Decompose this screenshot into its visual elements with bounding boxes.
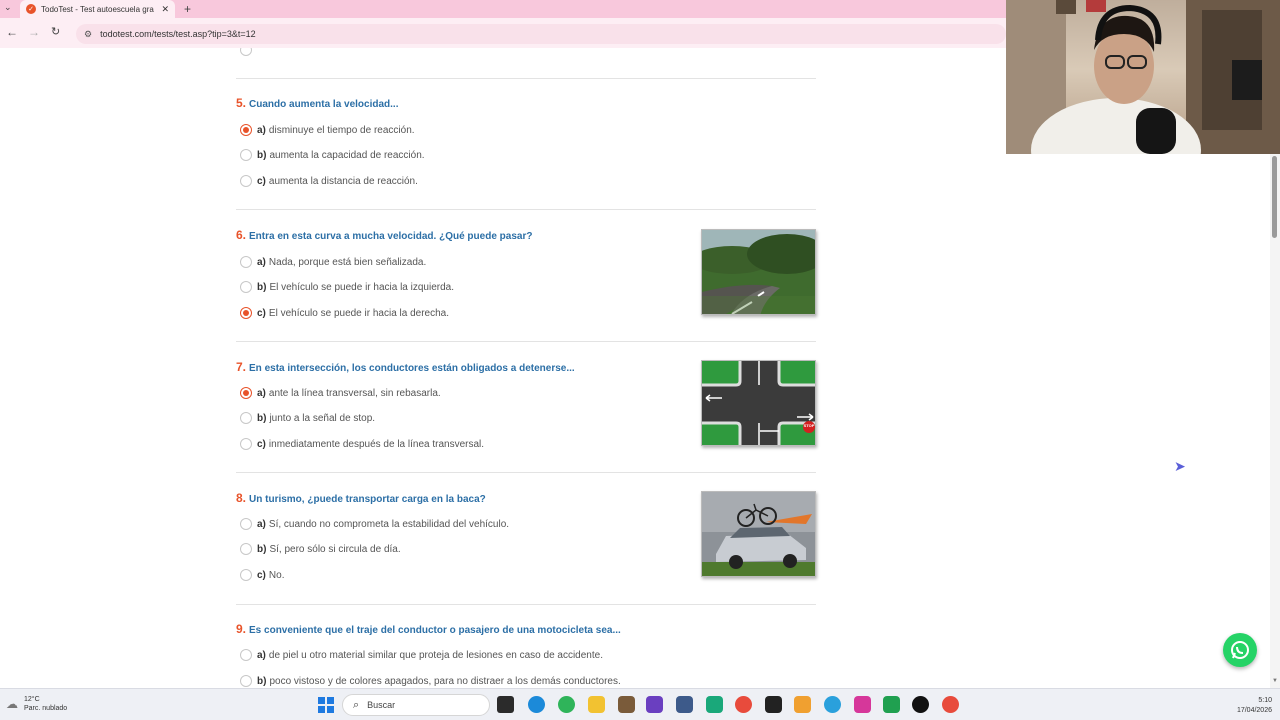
option-radio[interactable]: [240, 387, 252, 399]
back-icon[interactable]: ←: [6, 25, 18, 39]
option-radio[interactable]: [240, 48, 252, 56]
question-5-option-a[interactable]: a) disminuye el tiempo de reacción.: [240, 124, 415, 136]
option-radio[interactable]: [240, 518, 252, 530]
browser-tab[interactable]: ✓ TodoTest - Test autoescuela gra ✕: [20, 0, 175, 18]
question-7-option-a[interactable]: a) ante la línea transversal, sin rebasar…: [240, 387, 441, 399]
close-tab-icon[interactable]: ✕: [161, 4, 169, 15]
app-icon[interactable]: [646, 696, 663, 713]
system-clock[interactable]: 5:10 17/04/2026: [1222, 696, 1272, 716]
app-icon[interactable]: [706, 696, 723, 713]
option-radio[interactable]: [240, 438, 252, 450]
whatsapp-app-icon[interactable]: [558, 696, 575, 713]
question-8-title: 8. Un turismo, ¿puede transportar carga e…: [236, 491, 486, 505]
search-icon: ⌕: [353, 698, 360, 711]
stop-sign-text: STOP: [803, 423, 815, 428]
question-7-option-b[interactable]: b) junto a la señal de stop.: [240, 412, 375, 424]
question-9-title: 9. Es conveniente que el traje del conduc…: [236, 622, 621, 636]
weather-temp: 12°C: [24, 696, 40, 703]
option-radio[interactable]: [240, 124, 252, 136]
cut-off-option: [240, 48, 257, 56]
scrollbar-thumb[interactable]: [1272, 156, 1277, 238]
rtve-icon[interactable]: [794, 696, 811, 713]
task-view-icon[interactable]: [497, 696, 514, 713]
divider: [236, 341, 816, 342]
option-radio[interactable]: [240, 569, 252, 581]
scroll-down-icon[interactable]: ▼: [1272, 678, 1278, 684]
question-6-title: 6. Entra en esta curva a mucha velocidad.…: [236, 228, 533, 242]
option-radio[interactable]: [240, 307, 252, 319]
windows-start-icon[interactable]: [318, 697, 334, 713]
option-radio[interactable]: [240, 256, 252, 268]
weather-widget[interactable]: ☁ 12°C Parc. nublado: [6, 695, 67, 713]
question-8-option-a[interactable]: a) Sí, cuando no comprometa la estabilida…: [240, 518, 509, 530]
clock-time: 5:10: [1258, 697, 1272, 704]
question-9-option-b[interactable]: b) poco vistoso y de colores apagados, pa…: [240, 675, 621, 687]
mouse-cursor-icon: ➤: [1174, 458, 1186, 474]
intersection-diagram-image: STOP: [701, 360, 816, 446]
divider: [236, 472, 816, 473]
todotest-favicon-icon: ✓: [26, 4, 36, 14]
divider: [236, 78, 816, 79]
question-5-title: 5. Cuando aumenta la velocidad...: [236, 96, 399, 110]
webcam-overlay: [1006, 0, 1280, 154]
edge-icon[interactable]: [528, 696, 545, 713]
site-info-icon[interactable]: ⚙: [84, 29, 92, 40]
chrome-icon[interactable]: [735, 696, 752, 713]
whatsapp-chat-icon[interactable]: [1223, 633, 1257, 667]
option-radio[interactable]: [240, 149, 252, 161]
chrome-profile-icon[interactable]: [942, 696, 959, 713]
taskbar-search[interactable]: ⌕ Buscar: [342, 694, 490, 716]
question-6-option-c[interactable]: c) El vehículo se puede ir hacia la derec…: [240, 307, 449, 319]
option-radio[interactable]: [240, 412, 252, 424]
question-7-title: 7. En esta intersección, los conductores …: [236, 360, 575, 374]
question-5-option-c[interactable]: c) aumenta la distancia de reacción.: [240, 175, 418, 187]
telegram-icon[interactable]: [824, 696, 841, 713]
taskbar: ☁ 12°C Parc. nublado ⌕ Buscar 5:10 17/04…: [0, 688, 1280, 720]
app-icon[interactable]: [765, 696, 782, 713]
option-radio[interactable]: [240, 281, 252, 293]
cloud-icon: ☁: [6, 697, 18, 711]
tab-title: TodoTest - Test autoescuela gra: [41, 4, 154, 14]
instagram-icon[interactable]: [854, 696, 871, 713]
question-6-option-a[interactable]: a) Nada, porque está bien señalizada.: [240, 256, 426, 268]
app-icon[interactable]: [618, 696, 635, 713]
car-roof-rack-image: [701, 491, 816, 577]
file-explorer-icon[interactable]: [588, 696, 605, 713]
reload-icon[interactable]: ↻: [51, 25, 60, 38]
question-7-option-c[interactable]: c) inmediatamente después de la línea tra…: [240, 438, 484, 450]
tab-search-icon[interactable]: ⌄: [4, 2, 12, 13]
calculator-icon[interactable]: [676, 696, 693, 713]
app-icon[interactable]: [883, 696, 900, 713]
weather-desc: Parc. nublado: [24, 705, 68, 712]
question-8-option-c[interactable]: c) No.: [240, 569, 284, 581]
address-bar[interactable]: ⚙ todotest.com/tests/test.asp?tip=3&t=12: [76, 24, 1006, 44]
option-radio[interactable]: [240, 175, 252, 187]
option-radio[interactable]: [240, 675, 252, 687]
clock-date: 17/04/2026: [1236, 707, 1272, 714]
question-9-option-a[interactable]: a) de piel u otro material similar que pr…: [240, 649, 603, 661]
option-radio[interactable]: [240, 649, 252, 661]
tiktok-icon[interactable]: [912, 696, 929, 713]
question-6-option-b[interactable]: b) El vehículo se puede ir hacia la izqui…: [240, 281, 454, 293]
curve-road-image: [701, 229, 816, 315]
forward-icon[interactable]: →: [28, 25, 40, 39]
question-8-option-b[interactable]: b) Sí, pero sólo si circula de día.: [240, 543, 401, 555]
url-text: todotest.com/tests/test.asp?tip=3&t=12: [100, 29, 256, 39]
search-placeholder: Buscar: [367, 700, 396, 710]
question-5-option-b[interactable]: b) aumenta la capacidad de reacción.: [240, 149, 425, 161]
option-radio[interactable]: [240, 543, 252, 555]
divider: [236, 209, 816, 210]
divider: [236, 604, 816, 605]
new-tab-icon[interactable]: +: [184, 2, 191, 16]
